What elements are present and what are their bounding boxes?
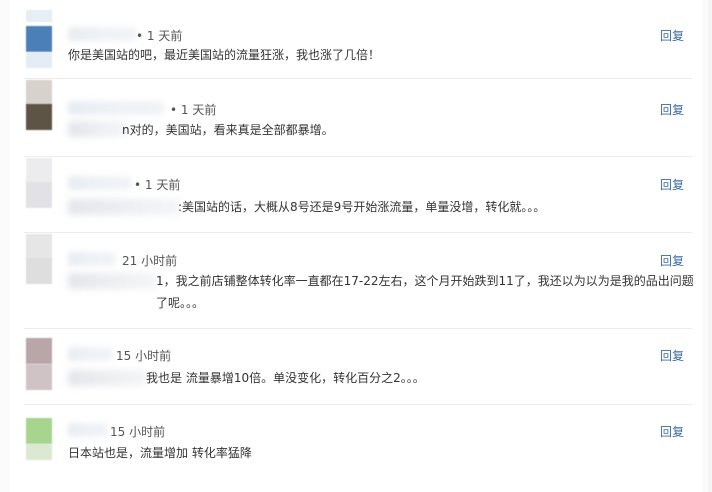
username-blurred bbox=[68, 101, 164, 115]
comment-item: • 1 天前 回复 :美国站的话，大概从8号还是9号开始涨流量，单量没增，转化就… bbox=[10, 156, 702, 232]
comment-time: 15 小时前 bbox=[110, 425, 166, 439]
divider bbox=[24, 156, 692, 157]
comment-text: 1，我之前店铺整体转化率一直都在17-22左右，这个月开始跌到11了，我还以为以… bbox=[156, 274, 694, 310]
comment-time: 15 小时前 bbox=[116, 349, 172, 363]
comment-time: • 1 天前 bbox=[134, 178, 181, 192]
comment-time: • 1 天前 bbox=[136, 29, 183, 43]
username-blurred bbox=[68, 252, 116, 266]
avatar-lower bbox=[26, 444, 52, 460]
username-blurred bbox=[68, 423, 108, 437]
divider bbox=[24, 232, 692, 233]
reply-button[interactable]: 回复 bbox=[660, 252, 684, 269]
reply-button[interactable]: 回复 bbox=[660, 176, 684, 193]
text-blurred bbox=[68, 121, 128, 137]
avatar[interactable] bbox=[26, 80, 52, 106]
comment-text: 日本站也是，流量增加 转化率猛降 bbox=[68, 446, 252, 460]
avatar[interactable] bbox=[26, 418, 52, 444]
username-blurred bbox=[68, 347, 112, 361]
comment-item: • 1 天前 回复 n对的，美国站，看来真是全部都暴增。 bbox=[10, 78, 702, 156]
reply-button[interactable]: 回复 bbox=[660, 27, 684, 44]
reply-button[interactable]: 回复 bbox=[660, 101, 684, 118]
comment-time: • 1 天前 bbox=[170, 103, 217, 117]
avatar-lower bbox=[26, 104, 52, 130]
avatar-lower bbox=[26, 52, 52, 68]
avatar[interactable] bbox=[26, 26, 52, 52]
comment-item: 15 小时前 回复 日本站也是，流量增加 转化率猛降 bbox=[10, 404, 702, 492]
comment-text: :美国站的话，大概从8号还是9号开始涨流量，单量没增，转化就。。。 bbox=[178, 200, 546, 214]
divider bbox=[24, 404, 692, 405]
comment-time: 21 小时前 bbox=[122, 254, 178, 268]
divider bbox=[24, 78, 692, 79]
page: • 1 天前 回复 你是美国站的吧，最近美国站的流量狂涨，我也涨了几倍！ • 1… bbox=[0, 0, 712, 492]
avatar[interactable] bbox=[26, 158, 52, 184]
comment-text: 我也是 流量暴增10倍。单没变化，转化百分之2。。。 bbox=[146, 371, 425, 385]
username-blurred bbox=[68, 176, 132, 190]
avatar-lower bbox=[26, 258, 52, 284]
reply-button[interactable]: 回复 bbox=[660, 347, 684, 364]
text-blurred bbox=[68, 273, 156, 289]
text-blurred bbox=[68, 199, 180, 215]
comment-text: n对的，美国站，看来真是全部都暴增。 bbox=[122, 123, 334, 137]
comment-item: 21 小时前 回复 1，我之前店铺整体转化率一直都在17-22左右，这个月开始跌… bbox=[10, 232, 702, 328]
comment-item: • 1 天前 回复 你是美国站的吧，最近美国站的流量狂涨，我也涨了几倍！ bbox=[10, 0, 702, 78]
comment-text: 你是美国站的吧，最近美国站的流量狂涨，我也涨了几倍！ bbox=[68, 48, 381, 62]
avatar[interactable] bbox=[26, 234, 52, 260]
comment-list: • 1 天前 回复 你是美国站的吧，最近美国站的流量狂涨，我也涨了几倍！ • 1… bbox=[10, 0, 702, 492]
comment-item: 15 小时前 回复 我也是 流量暴增10倍。单没变化，转化百分之2。。。 bbox=[10, 328, 702, 404]
avatar-top bbox=[26, 10, 52, 22]
avatar[interactable] bbox=[26, 338, 52, 364]
divider bbox=[24, 328, 692, 329]
text-blurred bbox=[68, 370, 146, 386]
avatar-lower bbox=[26, 364, 52, 390]
username-blurred bbox=[68, 27, 136, 41]
avatar-lower bbox=[26, 182, 52, 208]
scrollbar[interactable] bbox=[708, 0, 712, 492]
reply-button[interactable]: 回复 bbox=[660, 423, 684, 440]
